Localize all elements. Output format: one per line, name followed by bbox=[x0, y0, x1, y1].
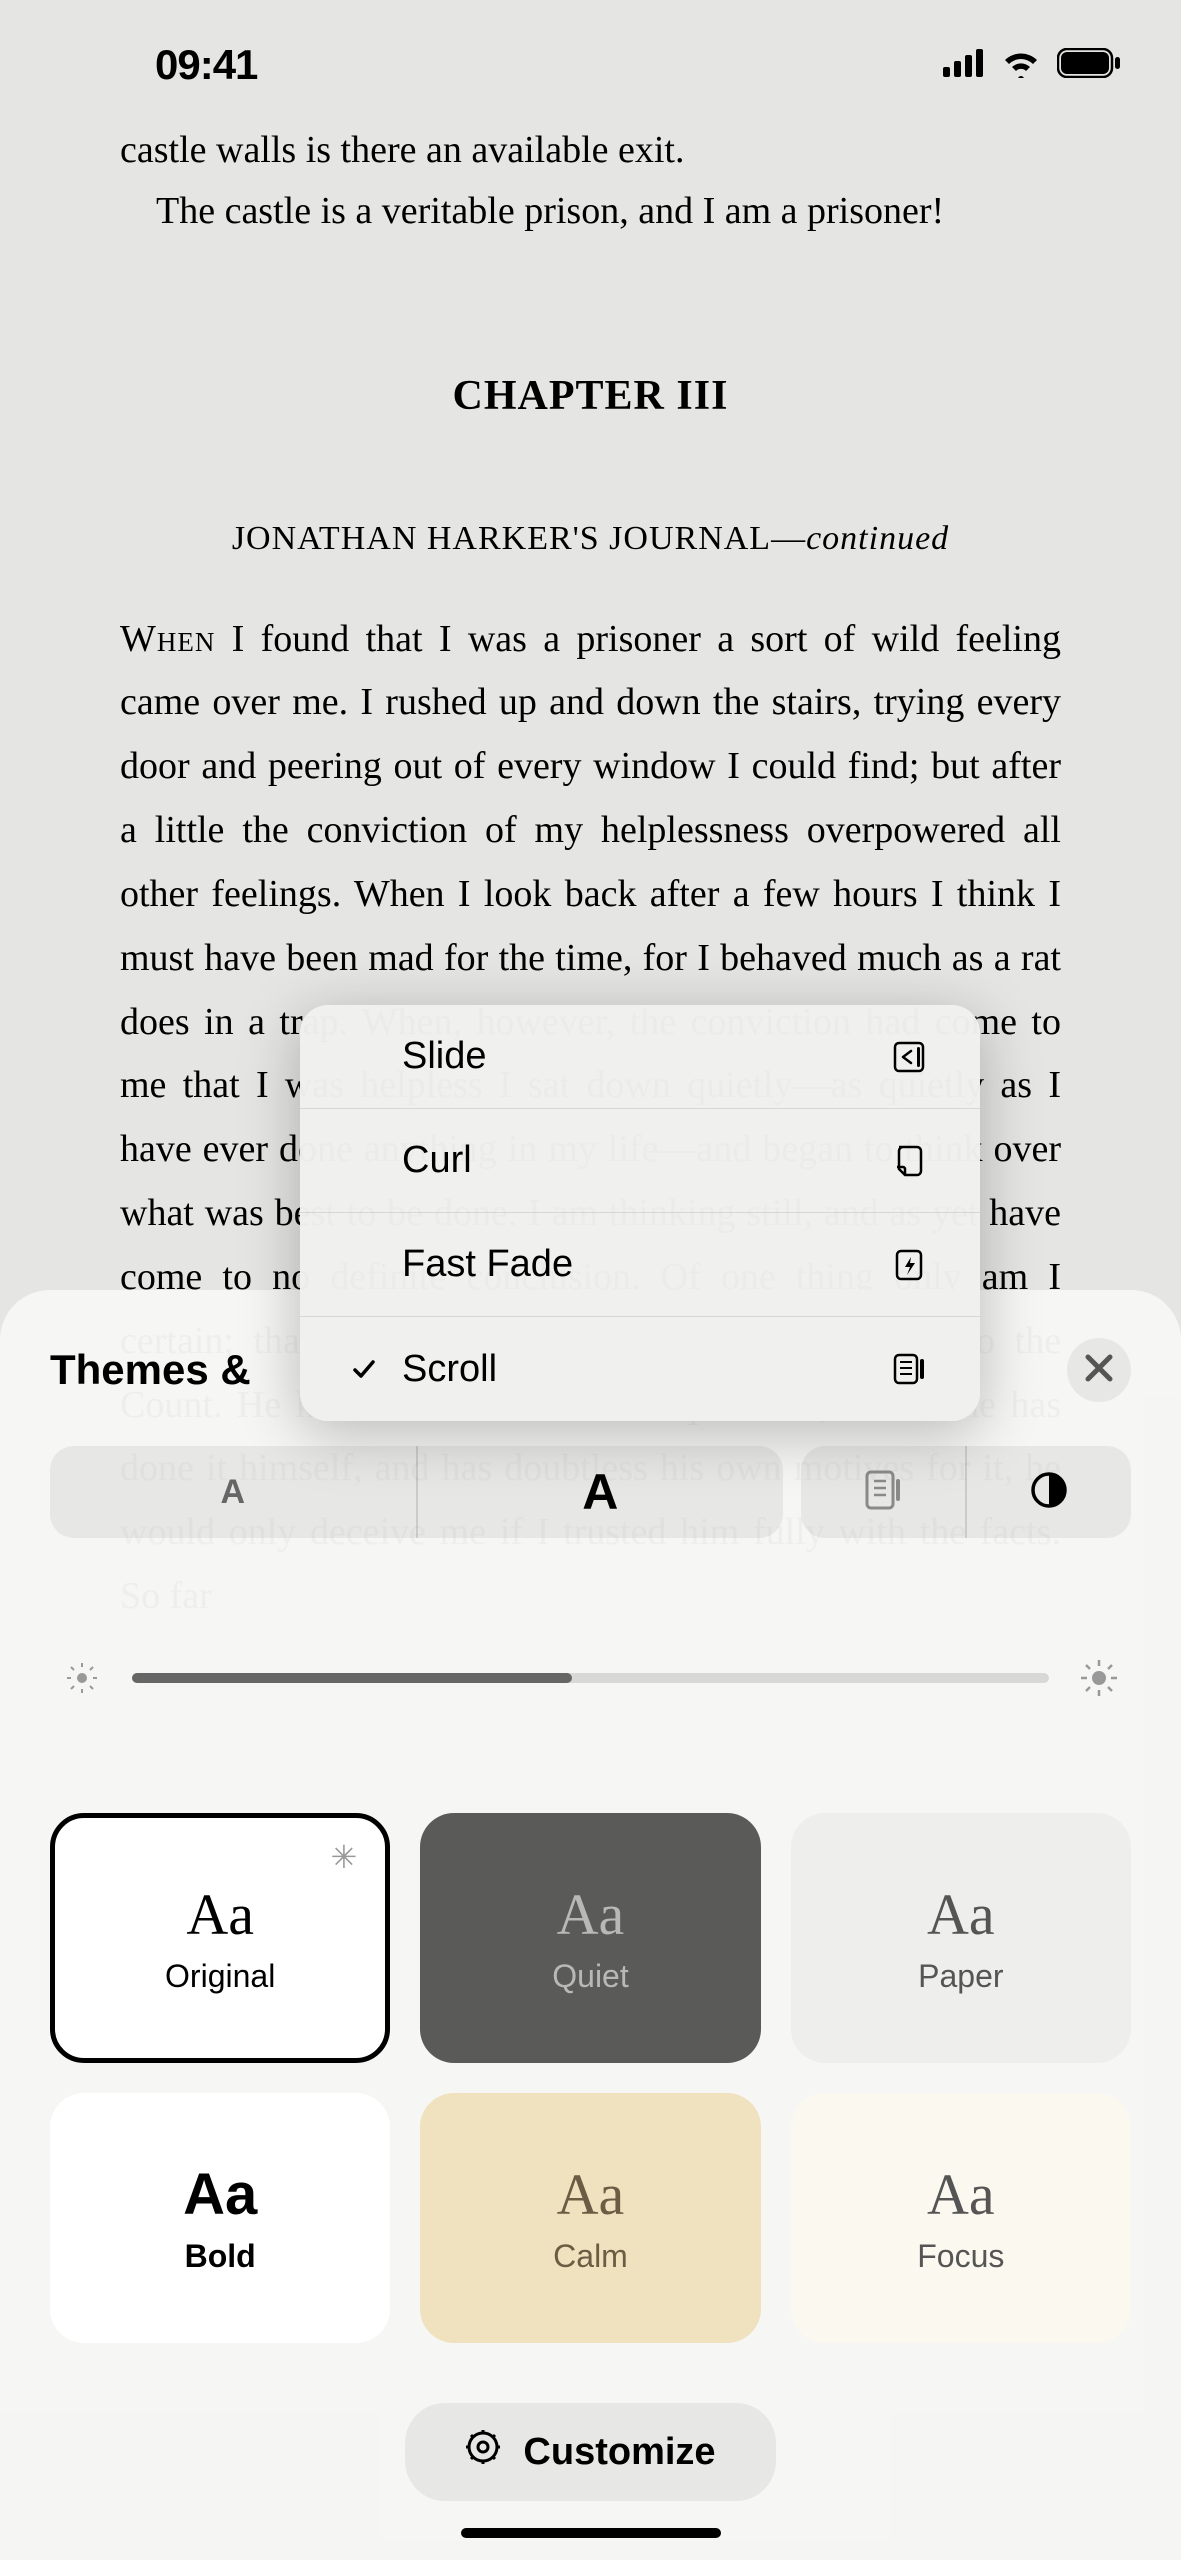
gear-icon bbox=[465, 2429, 501, 2475]
themes-sheet: Themes & A A bbox=[0, 1290, 1181, 2560]
fastfade-icon bbox=[888, 1244, 930, 1286]
theme-focus[interactable]: Aa Focus bbox=[791, 2093, 1131, 2343]
journal-subheading: JONATHAN HARKER'S JOURNAL—continued bbox=[120, 520, 1061, 558]
battery-icon bbox=[1057, 48, 1121, 83]
page-turn-popup: Slide Curl Fast Fade Scroll bbox=[300, 1005, 980, 1421]
theme-label: Focus bbox=[917, 2238, 1004, 2275]
sun-bright-icon bbox=[1079, 1658, 1119, 1698]
theme-quiet[interactable]: Aa Quiet bbox=[420, 1813, 760, 2063]
font-size-row: A A bbox=[50, 1446, 1131, 1538]
curl-icon bbox=[888, 1140, 930, 1182]
chapter-heading: CHAPTER III bbox=[120, 372, 1061, 420]
popup-item-curl[interactable]: Curl bbox=[300, 1109, 980, 1213]
theme-label: Original bbox=[165, 1958, 275, 1995]
sheet-title: Themes & bbox=[50, 1346, 251, 1394]
home-indicator[interactable] bbox=[461, 2528, 721, 2538]
theme-paper[interactable]: Aa Paper bbox=[791, 1813, 1131, 2063]
themes-grid: ✳ Aa Original Aa Quiet Aa Paper Aa Bold Aa Calm Aa F… bbox=[50, 1813, 1131, 2343]
reader-text: The castle is a veritable prison, and I … bbox=[120, 181, 1061, 242]
wifi-icon bbox=[1001, 48, 1041, 83]
brightness-slider[interactable] bbox=[132, 1673, 1049, 1683]
theme-sample: Aa bbox=[183, 2161, 257, 2228]
theme-sample: Aa bbox=[186, 1881, 254, 1948]
status-icons bbox=[943, 48, 1121, 83]
sun-dim-icon bbox=[62, 1658, 102, 1698]
status-bar: 09:41 bbox=[0, 0, 1181, 120]
star-icon: ✳ bbox=[331, 1838, 358, 1876]
scroll-icon bbox=[888, 1348, 930, 1390]
popup-item-label: Fast Fade bbox=[402, 1243, 573, 1286]
theme-sample: Aa bbox=[927, 2161, 995, 2228]
popup-item-slide[interactable]: Slide bbox=[300, 1005, 980, 1109]
slide-icon bbox=[888, 1036, 930, 1078]
popup-item-scroll[interactable]: Scroll bbox=[300, 1317, 980, 1421]
popup-item-label: Scroll bbox=[402, 1348, 497, 1391]
theme-sample: Aa bbox=[557, 2161, 625, 2228]
appearance-mode-button[interactable] bbox=[967, 1446, 1131, 1538]
close-button[interactable] bbox=[1067, 1338, 1131, 1402]
customize-label: Customize bbox=[523, 2431, 715, 2474]
theme-original[interactable]: ✳ Aa Original bbox=[50, 1813, 390, 2063]
font-smaller-button[interactable]: A bbox=[50, 1446, 418, 1538]
theme-label: Calm bbox=[553, 2238, 628, 2275]
status-time: 09:41 bbox=[155, 41, 257, 89]
contrast-icon bbox=[1029, 1470, 1069, 1515]
close-icon bbox=[1084, 1353, 1114, 1388]
reader-text: castle walls is there an available exit. bbox=[120, 120, 1061, 181]
page-icon bbox=[864, 1469, 902, 1516]
theme-label: Quiet bbox=[552, 1958, 628, 1995]
theme-sample: Aa bbox=[927, 1881, 995, 1948]
popup-item-label: Slide bbox=[402, 1035, 487, 1078]
popup-item-label: Curl bbox=[402, 1139, 472, 1182]
theme-calm[interactable]: Aa Calm bbox=[420, 2093, 760, 2343]
popup-item-fastfade[interactable]: Fast Fade bbox=[300, 1213, 980, 1317]
theme-label: Bold bbox=[185, 2238, 256, 2275]
customize-button[interactable]: Customize bbox=[405, 2403, 775, 2501]
brightness-slider-row bbox=[50, 1658, 1131, 1698]
cellular-icon bbox=[943, 49, 985, 82]
checkmark-icon bbox=[350, 1356, 378, 1382]
theme-bold[interactable]: Aa Bold bbox=[50, 2093, 390, 2343]
page-turn-mode-button[interactable] bbox=[801, 1446, 967, 1538]
font-larger-button[interactable]: A bbox=[418, 1446, 784, 1538]
theme-sample: Aa bbox=[557, 1881, 625, 1948]
theme-label: Paper bbox=[918, 1958, 1003, 1995]
